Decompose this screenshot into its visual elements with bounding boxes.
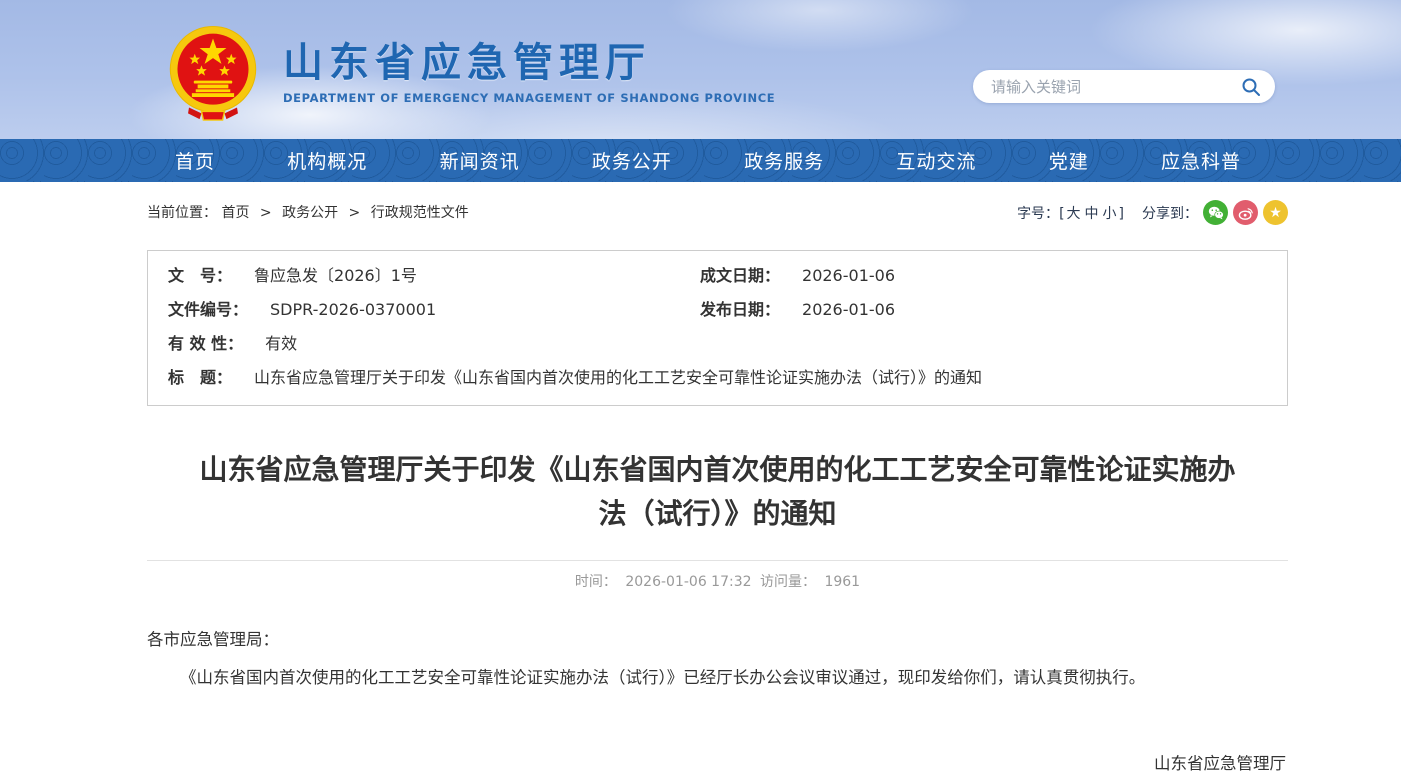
- time-value: 2026-01-06 17:32: [625, 574, 751, 590]
- nav-item-gov-open[interactable]: 政务公开: [592, 147, 672, 174]
- search-input[interactable]: [991, 78, 1239, 96]
- title-field: 标 题： 山东省应急管理厅关于印发《山东省国内首次使用的化工工艺安全可靠性论证实…: [148, 367, 982, 389]
- search-icon: [1241, 77, 1261, 97]
- written-date-field: 成文日期： 2026-01-06: [700, 265, 1287, 287]
- search-button[interactable]: [1239, 75, 1263, 99]
- publish-date-value: 2026-01-06: [802, 299, 895, 321]
- share-weibo-icon[interactable]: [1233, 200, 1258, 225]
- breadcrumb-gov-open[interactable]: 政务公开: [282, 205, 338, 221]
- info-row: 文 号： 鲁应急发〔2026〕1号 成文日期： 2026-01-06: [148, 259, 1287, 293]
- weibo-glyph: [1238, 206, 1254, 220]
- main-nav: 首页 机构概况 新闻资讯 政务公开 政务服务 互动交流 党建 应急科普: [0, 139, 1401, 182]
- signature-org: 山东省应急管理厅: [147, 749, 1286, 774]
- bracket-left: [: [1059, 206, 1064, 222]
- header-banner: 山东省应急管理厅 DEPARTMENT OF EMERGENCY MANAGEM…: [0, 0, 1401, 139]
- signature-block: 山东省应急管理厅 2026年1月6日: [147, 749, 1288, 774]
- title-value: 山东省应急管理厅关于印发《山东省国内首次使用的化工工艺安全可靠性论证实施办法（试…: [254, 367, 982, 389]
- breadcrumb-separator: >: [260, 205, 272, 221]
- publish-date-field: 发布日期： 2026-01-06: [700, 299, 1287, 321]
- visits-value: 1961: [824, 574, 860, 590]
- breadcrumb-regulatory-docs[interactable]: 行政规范性文件: [371, 205, 469, 221]
- breadcrumb-separator: >: [349, 205, 361, 221]
- national-emblem-logo: [163, 25, 263, 121]
- body-paragraph: 《山东省国内首次使用的化工工艺安全可靠性论证实施办法（试行）》已经厅长办公会议审…: [147, 663, 1288, 693]
- validity-value: 有效: [265, 333, 297, 355]
- nav-item-emergency-science[interactable]: 应急科普: [1161, 147, 1241, 174]
- page-tools: 字号：[大中小] 分享到：: [1017, 200, 1288, 225]
- nav-item-about[interactable]: 机构概况: [287, 147, 367, 174]
- site-title-en: DEPARTMENT OF EMERGENCY MANAGEMENT OF SH…: [283, 91, 775, 105]
- title-label: 标 题：: [168, 367, 232, 389]
- share-wechat-icon[interactable]: [1203, 200, 1228, 225]
- font-size-small[interactable]: 小: [1103, 206, 1117, 222]
- font-size-control: 字号：[大中小]: [1017, 203, 1124, 223]
- salutation: 各市应急管理局：: [147, 625, 1288, 655]
- time-label: 时间：: [575, 574, 617, 590]
- site-brand: 山东省应急管理厅 DEPARTMENT OF EMERGENCY MANAGEM…: [163, 25, 775, 121]
- wechat-glyph: [1208, 206, 1224, 220]
- validity-label: 有 效 性：: [168, 333, 243, 355]
- document-info-box: 文 号： 鲁应急发〔2026〕1号 成文日期： 2026-01-06 文件编号：…: [147, 250, 1288, 406]
- doc-number-field: 文 号： 鲁应急发〔2026〕1号: [148, 265, 700, 287]
- article-body: 各市应急管理局： 《山东省国内首次使用的化工工艺安全可靠性论证实施办法（试行）》…: [147, 625, 1288, 693]
- info-row: 标 题： 山东省应急管理厅关于印发《山东省国内首次使用的化工工艺安全可靠性论证实…: [148, 361, 1287, 395]
- share-label: 分享到：: [1142, 203, 1198, 223]
- nav-item-news[interactable]: 新闻资讯: [440, 147, 520, 174]
- breadcrumb-row: 当前位置： 首页 > 政务公开 > 行政规范性文件 字号：[大中小] 分享到：: [147, 200, 1288, 246]
- font-size-large[interactable]: 大: [1067, 206, 1081, 222]
- written-date-value: 2026-01-06: [802, 265, 895, 287]
- validity-field: 有 效 性： 有效: [148, 333, 700, 355]
- font-size-medium[interactable]: 中: [1085, 206, 1099, 222]
- content-area: 当前位置： 首页 > 政务公开 > 行政规范性文件 字号：[大中小] 分享到：: [147, 182, 1288, 774]
- file-code-field: 文件编号： SDPR-2026-0370001: [148, 299, 700, 321]
- written-date-label: 成文日期：: [700, 265, 780, 287]
- search-box: [973, 70, 1275, 103]
- breadcrumb-home[interactable]: 首页: [221, 205, 249, 221]
- site-title-group: 山东省应急管理厅 DEPARTMENT OF EMERGENCY MANAGEM…: [283, 41, 775, 105]
- file-code-value: SDPR-2026-0370001: [270, 299, 436, 321]
- page: 山东省应急管理厅 DEPARTMENT OF EMERGENCY MANAGEM…: [0, 0, 1401, 774]
- nav-item-interaction[interactable]: 互动交流: [896, 147, 976, 174]
- publish-date-label: 发布日期：: [700, 299, 780, 321]
- doc-number-label: 文 号：: [168, 265, 232, 287]
- info-row: 有 效 性： 有效: [148, 327, 1287, 361]
- doc-number-value: 鲁应急发〔2026〕1号: [254, 265, 417, 287]
- font-size-label: 字号：: [1017, 206, 1059, 222]
- nav-item-gov-service[interactable]: 政务服务: [744, 147, 824, 174]
- breadcrumb-prefix: 当前位置：: [147, 205, 217, 221]
- visits-label: 访问量：: [760, 574, 816, 590]
- site-title: 山东省应急管理厅: [283, 41, 775, 85]
- nav-item-party[interactable]: 党建: [1049, 147, 1089, 174]
- share-qzone-star-icon[interactable]: ★: [1263, 200, 1288, 225]
- article-meta: 时间： 2026-01-06 17:32 访问量： 1961: [147, 561, 1288, 599]
- file-code-label: 文件编号：: [168, 299, 248, 321]
- breadcrumb: 当前位置： 首页 > 政务公开 > 行政规范性文件: [147, 200, 469, 222]
- info-row: 文件编号： SDPR-2026-0370001 发布日期： 2026-01-06: [148, 293, 1287, 327]
- article-title: 山东省应急管理厅关于印发《山东省国内首次使用的化工工艺安全可靠性论证实施办法（试…: [147, 448, 1288, 536]
- bracket-right: ]: [1119, 206, 1124, 222]
- nav-item-home[interactable]: 首页: [175, 147, 215, 174]
